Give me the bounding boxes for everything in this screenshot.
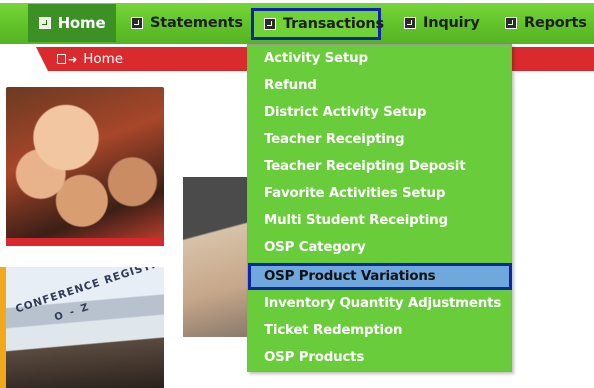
menu-item-teacher-receipting[interactable]: Teacher Receipting [248,126,511,153]
breadcrumb[interactable]: ➜ Home [57,50,123,68]
menu-item-activity-setup[interactable]: Activity Setup [248,45,511,72]
menu-item-osp-products[interactable]: OSP Products [248,344,511,371]
menu-item-inventory-quantity-adjustments[interactable]: Inventory Quantity Adjustments [248,290,511,317]
registration-sign-sub: O - Z [53,301,92,324]
arrow-box-icon [404,16,416,29]
nav-inquiry[interactable]: Inquiry [404,5,480,40]
transactions-dropdown-menu: Activity Setup Refund District Activity … [247,44,512,372]
menu-item-teacher-receipting-deposit[interactable]: Teacher Receipting Deposit [248,153,511,180]
photo-red-bar [6,238,164,246]
arrow-box-icon [38,17,51,29]
menu-item-osp-product-variations[interactable]: OSP Product Variations [248,263,512,290]
nav-reports[interactable]: Reports [505,5,587,40]
children-photo [6,87,164,245]
breadcrumb-home-label: Home [83,51,124,67]
menu-item-refund[interactable]: Refund [248,72,511,99]
arrow-box-icon [264,18,276,30]
menu-item-district-activity-setup[interactable]: District Activity Setup [248,99,511,126]
nav-top-border [0,0,594,3]
top-nav-bar: Home Statements Transactions Inquiry Rep… [0,0,594,44]
arrow-box-icon [131,16,143,29]
nav-reports-label: Reports [524,14,587,31]
registration-photo: CONFERENCE REGISTRATION O - Z [6,267,164,388]
nav-statements-label: Statements [150,14,243,31]
arrow-box-icon [505,16,517,29]
menu-item-osp-category[interactable]: OSP Category [248,234,511,261]
enter-arrow-icon [57,54,66,64]
keyboard-photo [183,177,247,337]
enter-arrow-glyph: ➜ [68,52,78,66]
nav-statements[interactable]: Statements [131,5,243,40]
nav-transactions-label: Transactions [283,16,384,32]
nav-inquiry-label: Inquiry [423,14,480,31]
nav-transactions[interactable]: Transactions [251,8,384,40]
nav-home-label: Home [57,14,106,32]
menu-item-ticket-redemption[interactable]: Ticket Redemption [248,317,511,344]
nav-home[interactable]: Home [28,4,116,42]
menu-item-favorite-activities-setup[interactable]: Favorite Activities Setup [248,180,511,207]
menu-item-multi-student-receipting[interactable]: Multi Student Receipting [248,207,511,234]
